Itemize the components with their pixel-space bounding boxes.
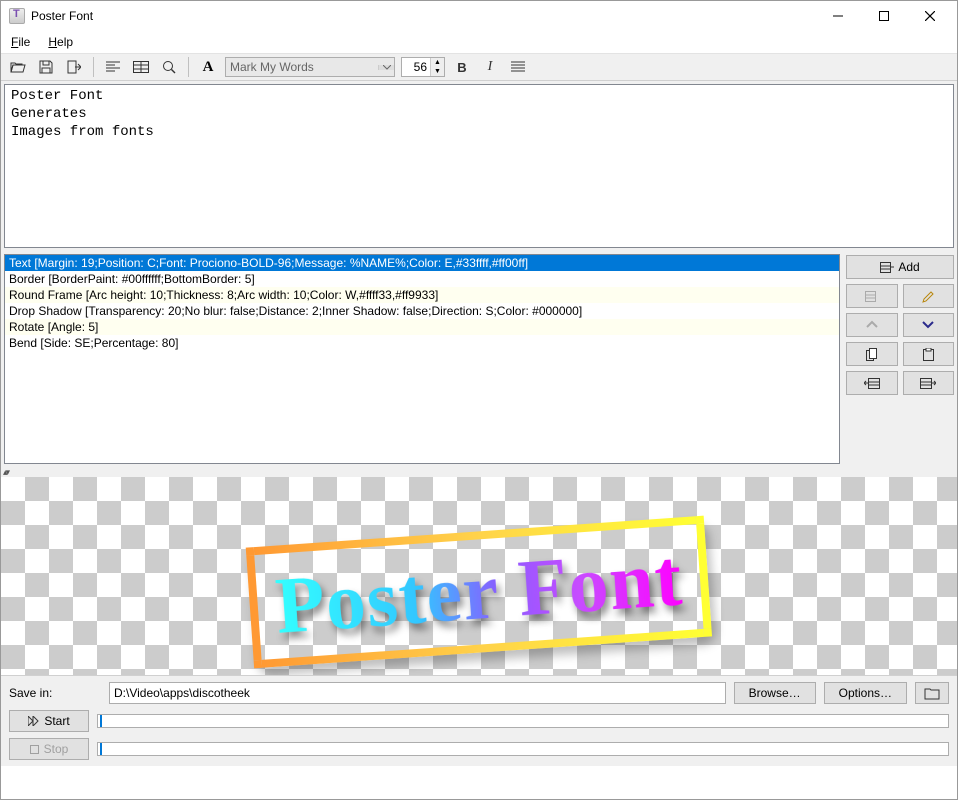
folder-open-icon — [10, 60, 26, 74]
add-label: Add — [898, 260, 919, 274]
move-up-button[interactable] — [846, 313, 898, 337]
play-icon — [28, 716, 39, 726]
pencil-icon — [922, 290, 935, 303]
table-shift-right-icon — [920, 378, 936, 389]
open-button[interactable] — [7, 56, 29, 78]
table-right-button[interactable] — [903, 371, 955, 395]
zoom-button[interactable] — [158, 56, 180, 78]
edit-effect-button[interactable] — [903, 284, 955, 308]
app-window: Poster Font File Help — [0, 0, 958, 800]
maximize-icon — [879, 11, 889, 21]
effects-row[interactable]: Bend [Side: SE;Percentage: 80] — [5, 335, 839, 351]
effects-row[interactable]: Drop Shadow [Transparency: 20;No blur: f… — [5, 303, 839, 319]
font-glyph-button[interactable]: A — [197, 56, 219, 78]
progress-bar-1 — [97, 714, 949, 728]
text-editor[interactable]: Poster Font Generates Images from fonts — [4, 84, 954, 248]
exit-icon — [67, 60, 81, 74]
add-effect-button[interactable]: Add — [846, 255, 954, 279]
paste-effect-button[interactable] — [903, 342, 955, 366]
toolbar-separator — [93, 57, 94, 77]
menu-bar: File Help — [1, 31, 957, 53]
chevron-up-icon — [866, 320, 878, 330]
close-button[interactable] — [907, 1, 953, 31]
exit-button[interactable] — [63, 56, 85, 78]
font-name-combo[interactable]: Mark My Words — [225, 57, 395, 77]
progress-bar-2 — [97, 742, 949, 756]
effects-row[interactable]: Border [BorderPaint: #00ffffff;BottomBor… — [5, 271, 839, 287]
chevron-down-icon — [378, 65, 394, 70]
remove-effect-button[interactable] — [846, 284, 898, 308]
clipboard-icon — [923, 348, 934, 361]
add-row-icon — [880, 262, 894, 273]
browse-button[interactable]: Browse… — [734, 682, 816, 704]
minimize-button[interactable] — [815, 1, 861, 31]
window-title: Poster Font — [31, 9, 93, 23]
open-folder-button[interactable] — [915, 682, 949, 704]
stop-button[interactable]: Stop — [9, 738, 89, 760]
poster-text: Poster Font — [273, 533, 686, 652]
title-bar: Poster Font — [1, 1, 957, 31]
insert-table-button[interactable] — [130, 56, 152, 78]
italic-button[interactable]: I — [479, 56, 501, 78]
table-icon — [133, 61, 149, 73]
menu-help[interactable]: Help — [44, 33, 77, 51]
bold-button[interactable]: B — [451, 56, 473, 78]
font-glyph-icon: A — [203, 59, 214, 76]
table-shift-left-icon — [864, 378, 880, 389]
toolbar-separator — [188, 57, 189, 77]
toolbar: A Mark My Words 56 ▲▼ B I — [1, 53, 957, 81]
italic-icon: I — [488, 59, 493, 75]
remove-row-icon — [865, 291, 879, 302]
minimize-icon — [833, 11, 843, 21]
align-justify-icon — [511, 61, 525, 73]
close-icon — [925, 11, 935, 21]
spin-up-icon[interactable]: ▲ — [431, 58, 444, 67]
splitter-handle[interactable]: ▴▾ — [1, 467, 957, 477]
preview-canvas: Poster Font — [1, 477, 957, 675]
bottom-panel: Save in: D:\Video\apps\discotheek Browse… — [1, 675, 957, 766]
stop-icon — [30, 745, 39, 754]
effects-row[interactable]: Text [Margin: 19;Position: C;Font: Proci… — [5, 255, 839, 271]
magnifier-icon — [162, 60, 176, 74]
start-button[interactable]: Start — [9, 710, 89, 732]
effects-list[interactable]: Text [Margin: 19;Position: C;Font: Proci… — [4, 254, 840, 464]
bold-icon: B — [457, 60, 466, 75]
folder-icon — [924, 687, 940, 700]
poster-frame: Poster Font — [246, 515, 713, 668]
align-justify-button[interactable] — [507, 56, 529, 78]
table-left-button[interactable] — [846, 371, 898, 395]
effects-buttons: Add — [846, 254, 954, 464]
save-button[interactable] — [35, 56, 57, 78]
move-down-button[interactable] — [903, 313, 955, 337]
effects-row[interactable]: Round Frame [Arc height: 10;Thickness: 8… — [5, 287, 839, 303]
font-name-value: Mark My Words — [226, 60, 378, 74]
save-path-input[interactable]: D:\Video\apps\discotheek — [109, 682, 726, 704]
spin-down-icon[interactable]: ▼ — [431, 67, 444, 76]
effects-row[interactable]: Rotate [Angle: 5] — [5, 319, 839, 335]
app-icon — [9, 8, 25, 24]
copy-icon — [866, 348, 878, 361]
options-button[interactable]: Options… — [824, 682, 907, 704]
font-size-value: 56 — [402, 58, 430, 76]
maximize-button[interactable] — [861, 1, 907, 31]
font-size-spinner[interactable]: 56 ▲▼ — [401, 57, 445, 77]
align-left-button[interactable] — [102, 56, 124, 78]
save-in-label: Save in: — [9, 686, 101, 700]
align-left-icon — [106, 61, 120, 73]
menu-file[interactable]: File — [7, 33, 34, 51]
copy-effect-button[interactable] — [846, 342, 898, 366]
chevron-down-icon — [922, 320, 934, 330]
grip-icon: ▴▾ — [3, 467, 8, 478]
save-icon — [39, 60, 53, 74]
